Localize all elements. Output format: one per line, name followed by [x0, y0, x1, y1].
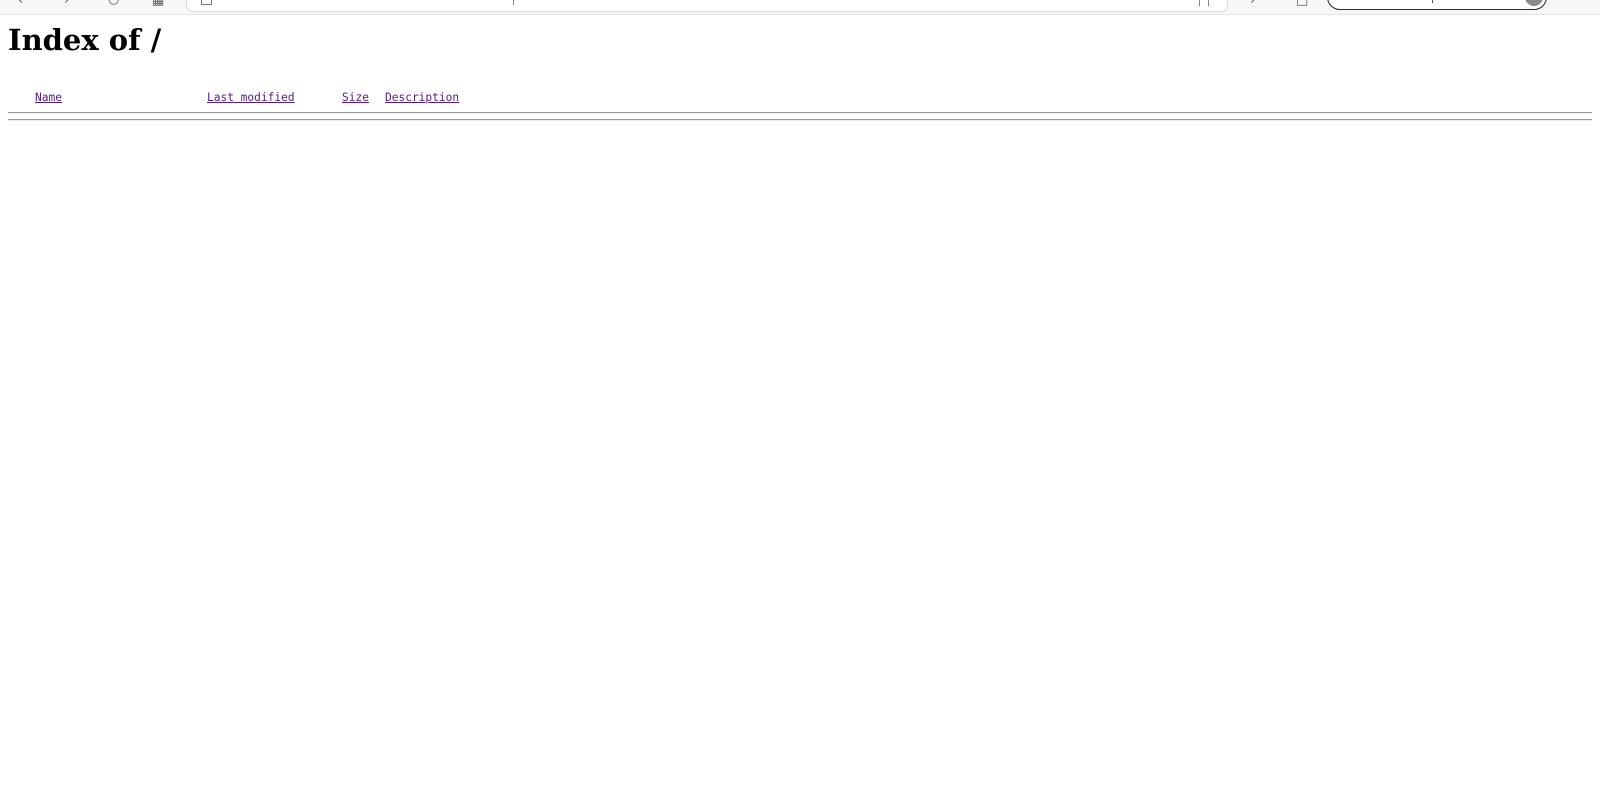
- sort-by-last-modified-link[interactable]: Last modified: [207, 90, 295, 105]
- sort-by-description-link[interactable]: Description: [385, 90, 459, 105]
- sort-by-name-link[interactable]: Name: [35, 90, 62, 105]
- page-title: Index of /: [8, 23, 162, 57]
- back-arrow-icon[interactable]: ‹: [18, 0, 23, 7]
- address-text-caret: [513, 0, 514, 5]
- listing-top-divider: [8, 112, 1592, 114]
- browser-toolbar: ‹ › ○ ▦ › □: [0, 0, 1600, 15]
- bookmark-icon[interactable]: [1199, 0, 1209, 6]
- reload-icon[interactable]: ○: [108, 0, 119, 6]
- user-avatar-icon[interactable]: [1525, 0, 1543, 6]
- listing-bottom-divider: [8, 119, 1592, 121]
- sort-by-size-link[interactable]: Size: [342, 90, 369, 105]
- tabs-icon[interactable]: ▦: [152, 0, 164, 7]
- profile-caret: [1432, 0, 1433, 3]
- extensions-icon[interactable]: □: [1296, 0, 1308, 7]
- address-bar[interactable]: [186, 0, 1228, 12]
- profile-search-pill[interactable]: [1327, 0, 1547, 10]
- forward-arrow-icon[interactable]: ›: [64, 0, 69, 7]
- page-info-icon[interactable]: [201, 0, 212, 5]
- reader-icon[interactable]: ›: [1250, 0, 1255, 7]
